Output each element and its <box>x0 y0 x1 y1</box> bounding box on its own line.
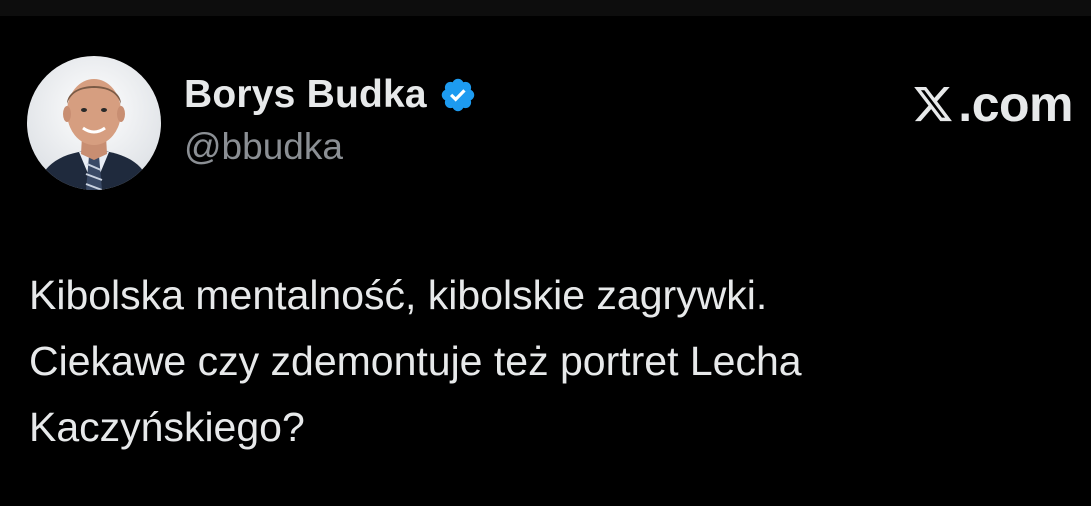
tweet-text-line: Kaczyńskiego? <box>29 404 305 450</box>
brand-domain-text: .com <box>958 76 1073 132</box>
brand-watermark: .com <box>910 76 1073 132</box>
tweet-text-line: Ciekawe czy zdemontuje też portret Lecha <box>29 338 802 384</box>
top-strip <box>0 0 1091 16</box>
author-handle[interactable]: @bbudka <box>184 126 343 168</box>
author-display-name[interactable]: Borys Budka <box>184 73 427 117</box>
tweet-card: Borys Budka @bbudka .com Kibolska mental… <box>0 16 1091 506</box>
tweet-body: Kibolska mentalność, kibolskie zagrywki.… <box>29 262 1069 460</box>
author-row: Borys Budka <box>184 70 477 120</box>
tweet-text-line: Kibolska mentalność, kibolskie zagrywki. <box>29 272 768 318</box>
x-logo-icon <box>914 86 953 122</box>
verified-badge-icon <box>441 78 475 112</box>
avatar[interactable] <box>27 56 161 190</box>
avatar-portrait-icon <box>27 56 161 190</box>
